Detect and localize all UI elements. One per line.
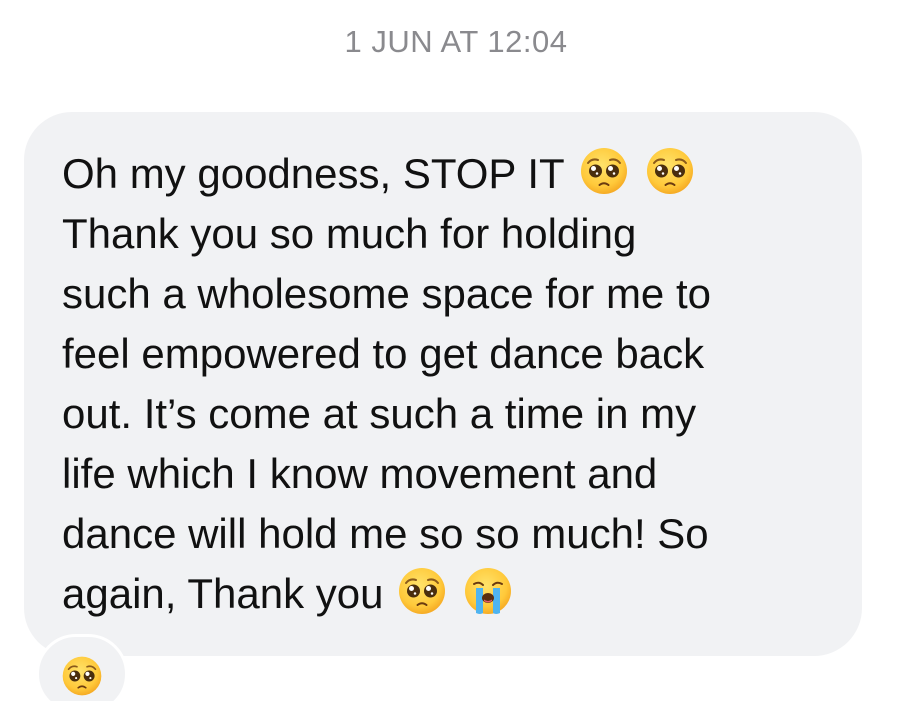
message-line: such a wholesome space for me to [62,270,711,317]
pleading-face-icon [646,148,693,194]
message-line: dance will hold me so so much! So [62,510,709,557]
message-line: again, Thank you [62,564,852,624]
message-line-text: again, Thank you [62,570,384,617]
message-line: Oh my goodness, STOP IT [62,144,852,204]
message-timestamp: 1 JUN AT 12:04 [344,24,568,59]
message-line-text: Oh my goodness, STOP IT [62,150,565,197]
message-text: Oh my goodness, STOP IT Thank you so muc… [62,144,852,624]
pleading-face-icon [399,568,446,614]
message-line: feel empowered to get dance back [62,330,705,377]
pleading-face-icon [580,148,627,194]
message-line: life which I know movement and [62,450,658,497]
message-thread: 1 JUN AT 12:04 Oh my goodness, STOP IT T… [0,0,912,701]
message-line: Thank you so much for holding [62,210,637,257]
message-line: out. It’s come at such a time in my [62,390,697,437]
loudly-crying-face-icon [465,568,512,614]
reaction-badge[interactable] [36,634,128,701]
pleading-face-icon [62,656,102,696]
